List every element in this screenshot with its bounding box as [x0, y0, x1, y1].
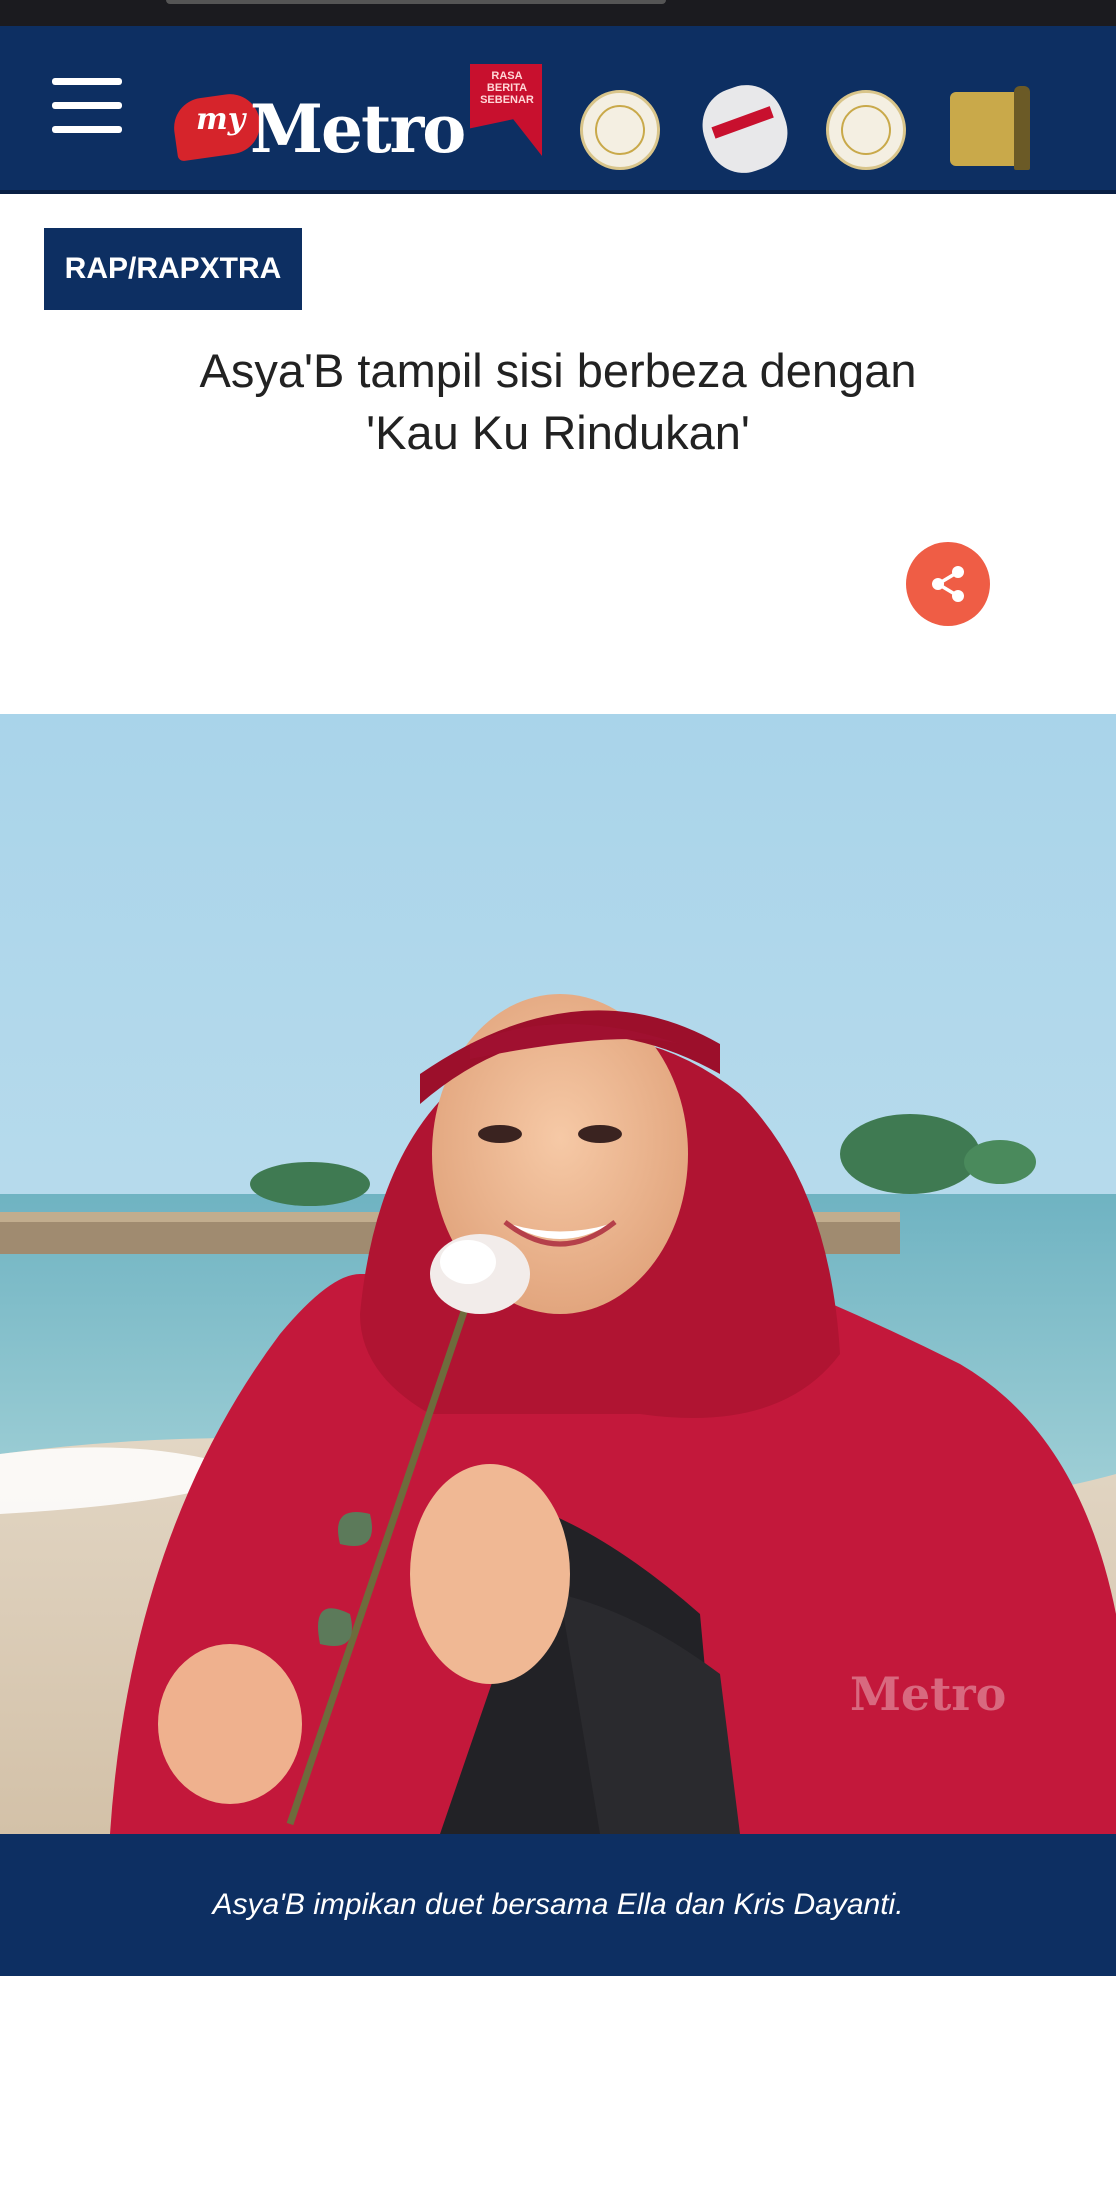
headline-line-1: Asya'B tampil sisi berbeza dengan — [199, 344, 917, 397]
menu-icon[interactable] — [52, 78, 122, 134]
award-trophy-icon — [691, 74, 799, 184]
logo-wordmark: Metro — [250, 90, 466, 168]
category-tag[interactable]: RAP/RAPXTRA — [44, 228, 302, 310]
share-button[interactable] — [906, 542, 990, 626]
article-headline: Asya'B tampil sisi berbeza dengan 'Kau K… — [40, 340, 1076, 464]
site-logo[interactable]: my Metro RASA BERITA SEBENAR — [170, 56, 545, 176]
photo-caption: Asya'B impikan duet bersama Ella dan Kri… — [212, 1888, 904, 1921]
award-plaque-icon — [950, 86, 1030, 170]
headline-line-2: 'Kau Ku Rindukan' — [366, 406, 750, 459]
award-badge-icon — [580, 90, 660, 170]
share-icon — [932, 566, 964, 602]
system-status-bar — [0, 0, 1116, 26]
photo-illustration: Metro — [0, 714, 1116, 1834]
award-medal-icon — [826, 90, 906, 170]
logo-tagline: RASA BERITA SEBENAR — [480, 70, 534, 106]
logo-prefix: my — [196, 102, 246, 137]
photo-watermark: Metro — [850, 1667, 1006, 1721]
article-photo: Metro — [0, 714, 1116, 1834]
site-header: my Metro RASA BERITA SEBENAR — [0, 26, 1116, 194]
photo-caption-bar: Asya'B impikan duet bersama Ella dan Kri… — [0, 1834, 1116, 1976]
